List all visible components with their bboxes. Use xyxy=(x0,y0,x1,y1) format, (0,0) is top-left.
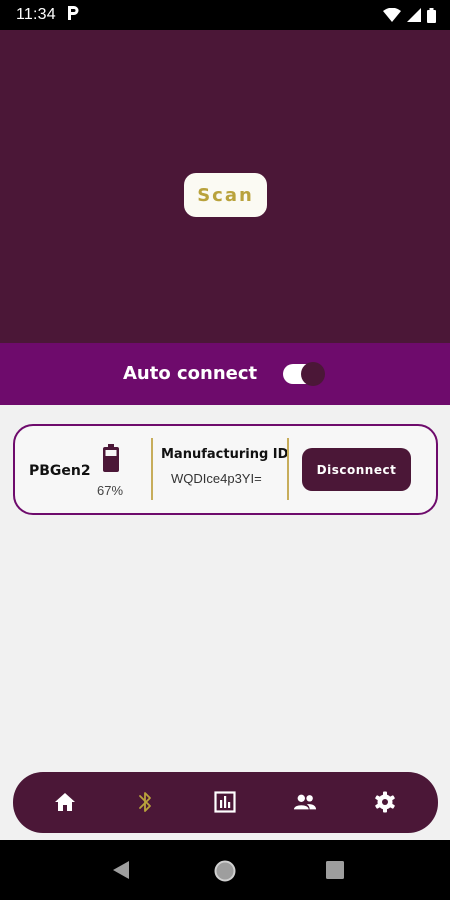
nav-people[interactable] xyxy=(293,790,317,814)
scan-button[interactable]: Scan xyxy=(184,173,267,217)
device-battery-icon xyxy=(103,444,119,477)
nav-home[interactable] xyxy=(53,790,77,814)
wifi-icon xyxy=(383,8,401,22)
divider xyxy=(151,438,153,500)
back-icon[interactable] xyxy=(112,860,130,885)
nav-bluetooth[interactable] xyxy=(133,790,157,814)
auto-connect-label: Auto connect xyxy=(123,363,258,384)
battery-icon xyxy=(427,7,436,23)
scan-area: Scan xyxy=(0,30,450,343)
device-card: PBGen2 67% Manufacturing ID WQDIce4p3YI=… xyxy=(13,424,438,515)
disconnect-button[interactable]: Disconnect xyxy=(302,448,411,491)
auto-connect-bar: Auto connect xyxy=(0,343,450,405)
home-circle-icon[interactable] xyxy=(214,860,236,887)
manufacturing-id-value: WQDIce4p3YI= xyxy=(171,471,262,486)
status-right xyxy=(383,7,436,23)
status-left: 11:34 xyxy=(16,5,80,26)
cell-signal-icon xyxy=(407,8,421,22)
home-icon xyxy=(55,793,75,811)
people-icon xyxy=(293,794,317,810)
divider xyxy=(287,438,289,500)
battery-percent: 67% xyxy=(97,483,124,498)
system-nav-bar xyxy=(0,840,450,900)
bluetooth-icon xyxy=(139,792,151,812)
recents-icon[interactable] xyxy=(325,860,345,885)
device-name: PBGen2 xyxy=(29,463,91,479)
gear-icon xyxy=(375,791,395,813)
toggle-thumb xyxy=(301,362,325,386)
status-time: 11:34 xyxy=(16,6,56,23)
bottom-nav xyxy=(13,772,438,833)
manufacturing-id-title: Manufacturing ID xyxy=(161,447,289,462)
chart-icon xyxy=(214,791,236,813)
nav-settings[interactable] xyxy=(373,790,397,814)
status-bar: 11:34 xyxy=(0,0,450,30)
notification-p-icon xyxy=(66,5,80,26)
auto-connect-toggle[interactable] xyxy=(283,362,325,386)
nav-stats[interactable] xyxy=(213,790,237,814)
